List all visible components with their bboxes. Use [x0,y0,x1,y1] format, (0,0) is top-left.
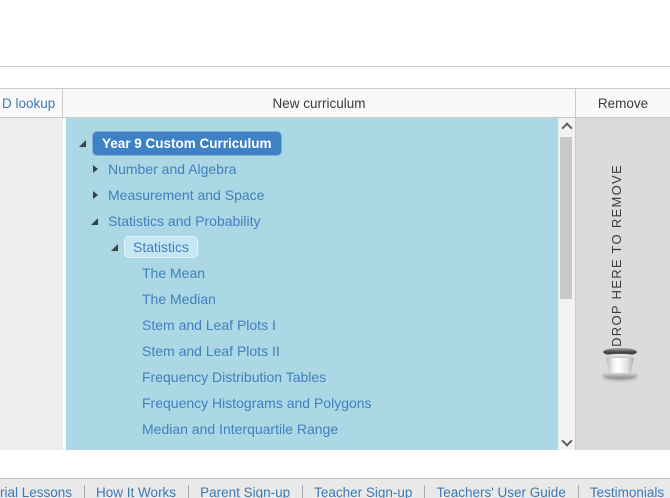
tree-row[interactable]: Frequency Distribution Tables [66,364,558,390]
remove-title: Remove [597,95,649,111]
trash-bin-icon[interactable] [602,348,638,388]
tree-node-label[interactable]: Stem and Leaf Plots II [138,341,284,361]
tree-toggle-icon[interactable] [90,163,100,175]
curriculum-tree: Year 9 Custom Curriculum Number and Alge… [66,118,558,450]
top-whitespace [0,0,670,66]
tree-row[interactable]: Median and Interquartile Range [66,416,558,442]
tree-node-label[interactable]: The Median [138,289,220,309]
tree-node-label[interactable]: Stem and Leaf Plots I [138,315,280,335]
column-header-lookup: D lookup [0,89,63,117]
curriculum-tree-cell: Year 9 Custom Curriculum Number and Alge… [63,118,575,450]
tree-node-label[interactable]: Statistics [124,236,199,258]
tree-node-label[interactable]: Frequency Histograms and Polygons [138,393,376,413]
tree-node-label[interactable]: Statistics and Probability [104,211,265,231]
tree-row[interactable]: Statistics [66,234,558,260]
scrollbar-thumb[interactable] [560,137,572,299]
tree-row[interactable]: Frequency Histograms and Polygons [66,390,558,416]
tree-row[interactable]: Cumulative Frequency [66,442,558,450]
tree-toggle-icon[interactable] [90,189,100,201]
tree-row[interactable]: The Median [66,286,558,312]
footer-link[interactable]: Teacher Sign-up [302,485,424,498]
footer: rial Lessons How It Works Parent Sign-up… [0,478,670,498]
scroll-down-icon[interactable] [558,435,575,450]
footer-link[interactable]: Parent Sign-up [188,485,302,498]
remove-drop-zone[interactable]: DROP HERE TO REMOVE [575,118,670,450]
footer-gap [0,450,670,478]
left-panel [0,118,63,450]
drop-here-label: DROP HERE TO REMOVE [609,164,624,347]
footer-link[interactable]: Testimonials [577,485,670,498]
trash-body [606,358,634,373]
tree-row[interactable]: Year 9 Custom Curriculum [66,130,558,156]
lookup-link[interactable]: D lookup [2,96,55,111]
table-header: D lookup New curriculum Remove [0,88,670,118]
tree-node-label[interactable]: Measurement and Space [104,185,268,205]
new-curriculum-title: New curriculum [272,95,366,111]
tree-node-label[interactable]: Median and Interquartile Range [138,419,342,439]
footer-link[interactable]: Teachers' User Guide [424,485,577,498]
tree-node-label[interactable]: Frequency Distribution Tables [138,367,330,387]
tree-row[interactable]: Number and Algebra [66,156,558,182]
column-header-new-curriculum: New curriculum [63,89,575,117]
tree-row[interactable]: Measurement and Space [66,182,558,208]
scroll-up-icon[interactable] [558,118,575,134]
tree-node-label[interactable]: Number and Algebra [104,159,240,179]
tree-row[interactable]: Stem and Leaf Plots II [66,338,558,364]
tree-node-label[interactable]: Year 9 Custom Curriculum [92,130,282,156]
tree-row[interactable]: The Mean [66,260,558,286]
tree-row[interactable]: Statistics and Probability [66,208,558,234]
tree-row[interactable]: Stem and Leaf Plots I [66,312,558,338]
tree-toggle-icon[interactable] [110,241,120,253]
main-area: Year 9 Custom Curriculum Number and Alge… [0,118,670,450]
tree-toggle-icon[interactable] [78,137,88,149]
page: D lookup New curriculum Remove Year 9 Cu… [0,0,670,498]
tree-scrollbar[interactable] [558,118,575,450]
tree-toggle-icon[interactable] [90,215,100,227]
header-gap [0,67,670,88]
footer-link[interactable]: rial Lessons [0,485,84,498]
tree-node-label[interactable]: Cumulative Frequency [138,445,286,450]
tree-node-label[interactable]: The Mean [138,263,209,283]
footer-link[interactable]: How It Works [84,485,188,498]
column-header-remove: Remove [575,89,670,117]
